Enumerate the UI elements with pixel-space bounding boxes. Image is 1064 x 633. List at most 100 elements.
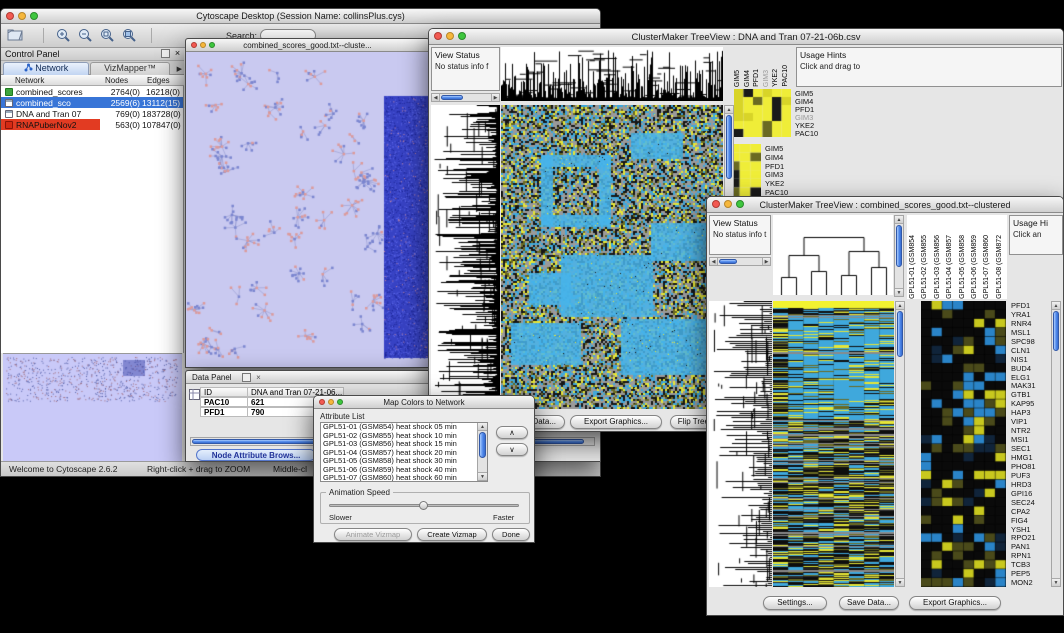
- close-button[interactable]: [712, 200, 720, 208]
- usage-hints-panel: Usage Hints Click and drag to: [796, 47, 1062, 87]
- column-dendrogram[interactable]: [773, 215, 893, 295]
- scrollbar-thumb[interactable]: [719, 259, 737, 264]
- node-attribute-browser-tab[interactable]: Node Attribute Brows...: [196, 449, 316, 461]
- attribute-list-item[interactable]: GPL51-07 (GSM860) heat shock 60 min: [321, 474, 487, 482]
- scrollbar-thumb[interactable]: [726, 115, 732, 179]
- close-button[interactable]: [6, 12, 14, 20]
- scroll-right-icon[interactable]: ▶: [491, 94, 499, 101]
- expression-heatmap[interactable]: [501, 105, 723, 409]
- scroll-down-icon[interactable]: ▼: [478, 472, 487, 480]
- scroll-up-icon[interactable]: ▲: [478, 423, 487, 431]
- scroll-up-icon[interactable]: ▲: [896, 302, 904, 310]
- minimize-button[interactable]: [200, 42, 206, 48]
- scrollbar-thumb[interactable]: [896, 225, 902, 267]
- dialog-titlebar[interactable]: Map Colors to Network: [314, 396, 534, 409]
- zoom-in-icon[interactable]: [55, 27, 73, 44]
- move-down-button[interactable]: ∨: [496, 443, 528, 456]
- save-data-button[interactable]: Save Data...: [839, 596, 899, 610]
- speed-slider-thumb[interactable]: [419, 501, 428, 510]
- mini-matrix-label: GIM4: [765, 153, 783, 162]
- row-dendrogram[interactable]: [709, 301, 772, 587]
- global-vscrollbar[interactable]: ▲ ▼: [895, 301, 905, 587]
- data-col-id[interactable]: ID: [200, 387, 248, 397]
- scroll-down-icon[interactable]: ▼: [895, 288, 903, 296]
- view-status-panel: View Status No status info t: [709, 215, 771, 255]
- main-titlebar[interactable]: Cytoscape Desktop (Session Name: collins…: [1, 9, 600, 24]
- array-column-label: GPL51-04 (GSM857: [946, 235, 953, 299]
- scroll-right-icon[interactable]: ▶: [762, 258, 770, 265]
- array-column-label: GPL51-08 (GSM872: [996, 235, 1003, 299]
- status-zoom-hint: Right-click + drag to ZOOM: [147, 464, 250, 474]
- status-hscrollbar[interactable]: ◀ ▶: [709, 257, 771, 266]
- attribute-list[interactable]: GPL51-01 (GSM854) heat shock 05 minGPL51…: [320, 422, 488, 482]
- network-table-row[interactable]: combined_scores2764(0)16218(0): [1, 86, 183, 97]
- zoom-fit-icon[interactable]: [99, 27, 117, 44]
- scroll-left-icon[interactable]: ◀: [710, 258, 718, 265]
- col-nodes[interactable]: Nodes: [105, 76, 128, 85]
- done-button[interactable]: Done: [492, 528, 530, 541]
- network-table-row[interactable]: DNA and Tran 07769(0)183728(0): [1, 108, 183, 119]
- tab-vizmapper-label: VizMapper™: [104, 63, 156, 73]
- list-vscrollbar[interactable]: ▲ ▼: [477, 423, 487, 481]
- usage-hints-text: Click and drag to: [797, 60, 1061, 71]
- float-panel-icon[interactable]: [242, 373, 251, 382]
- scroll-left-icon[interactable]: ◀: [432, 94, 440, 101]
- gene-label: CLN1: [1011, 346, 1030, 355]
- scrollbar-thumb[interactable]: [1053, 311, 1059, 351]
- create-vizmap-button[interactable]: Create Vizmap: [417, 528, 487, 541]
- scroll-up-icon[interactable]: ▲: [895, 216, 903, 224]
- gene-label: HRD3: [1011, 480, 1031, 489]
- close-panel-icon[interactable]: ×: [254, 373, 263, 382]
- network-table-row[interactable]: combined_sco2569(6)13112(15): [1, 97, 183, 108]
- settings-button[interactable]: Settings...: [763, 596, 827, 610]
- zoom-out-icon[interactable]: [77, 27, 95, 44]
- animate-vizmap-button[interactable]: Animate Vizmap: [334, 528, 412, 541]
- correlation-matrix[interactable]: [734, 89, 791, 137]
- tab-vizmapper[interactable]: VizMapper™: [90, 62, 170, 75]
- scrollbar-thumb[interactable]: [441, 95, 463, 100]
- network-nodes: 769(0): [100, 109, 142, 119]
- close-button[interactable]: [319, 399, 325, 405]
- open-session-icon[interactable]: [7, 27, 25, 44]
- zoom-selected-icon[interactable]: [121, 27, 139, 44]
- network-view-titlebar[interactable]: combined_scores_good.txt--cluste...: [186, 39, 429, 52]
- desktop: Cytoscape Desktop (Session Name: collins…: [0, 0, 1064, 633]
- scroll-down-icon[interactable]: ▼: [1052, 578, 1060, 586]
- move-up-button[interactable]: ∧: [496, 426, 528, 439]
- gene-label: GTB1: [1011, 390, 1031, 399]
- matrix-col-label: GIM4: [744, 70, 751, 87]
- treeview-combined-titlebar[interactable]: ClusterMaker TreeView : combined_scores_…: [707, 197, 1063, 213]
- tab-network[interactable]: Network: [3, 62, 89, 75]
- network-tab-icon: [24, 63, 33, 72]
- float-panel-icon[interactable]: [161, 49, 170, 58]
- network-canvas[interactable]: [186, 52, 429, 367]
- close-button[interactable]: [434, 32, 442, 40]
- column-dendrogram[interactable]: [501, 47, 723, 101]
- scrollbar-thumb[interactable]: [479, 432, 486, 458]
- col-network[interactable]: Network: [15, 76, 44, 85]
- scroll-down-icon[interactable]: ▼: [896, 578, 904, 586]
- network-table-row[interactable]: RNAPuberNov2563(0)107847(0): [1, 119, 183, 130]
- attribute-select-icon[interactable]: [189, 387, 200, 405]
- row-dendrogram[interactable]: [431, 105, 500, 409]
- zoom-heatmap[interactable]: [921, 301, 1006, 587]
- scroll-up-icon[interactable]: ▲: [725, 106, 733, 114]
- usage-hints-panel: Usage Hi Click an: [1009, 215, 1063, 255]
- matrix-col-label: PFD1: [753, 69, 760, 87]
- scroll-up-icon[interactable]: ▲: [1052, 302, 1060, 310]
- tab-overflow-arrow[interactable]: ▶: [177, 65, 182, 73]
- minimize-button[interactable]: [328, 399, 334, 405]
- top-vscrollbar[interactable]: ▲ ▼: [894, 215, 904, 297]
- close-button[interactable]: [191, 42, 197, 48]
- control-panel-title: Control Panel: [5, 49, 60, 59]
- status-hscrollbar[interactable]: ◀ ▶: [431, 93, 500, 102]
- network-overview-thumbnail[interactable]: [3, 353, 182, 464]
- export-graphics-button[interactable]: Export Graphics...: [909, 596, 1001, 610]
- export-graphics-button[interactable]: Export Graphics...: [570, 415, 662, 429]
- global-heatmap[interactable]: [773, 301, 894, 587]
- col-edges[interactable]: Edges: [147, 76, 170, 85]
- network-table-header: Network Nodes Edges: [1, 75, 184, 86]
- scrollbar-thumb[interactable]: [897, 311, 903, 357]
- zoom-vscrollbar[interactable]: ▲ ▼: [1051, 301, 1061, 587]
- close-panel-icon[interactable]: ×: [173, 49, 182, 58]
